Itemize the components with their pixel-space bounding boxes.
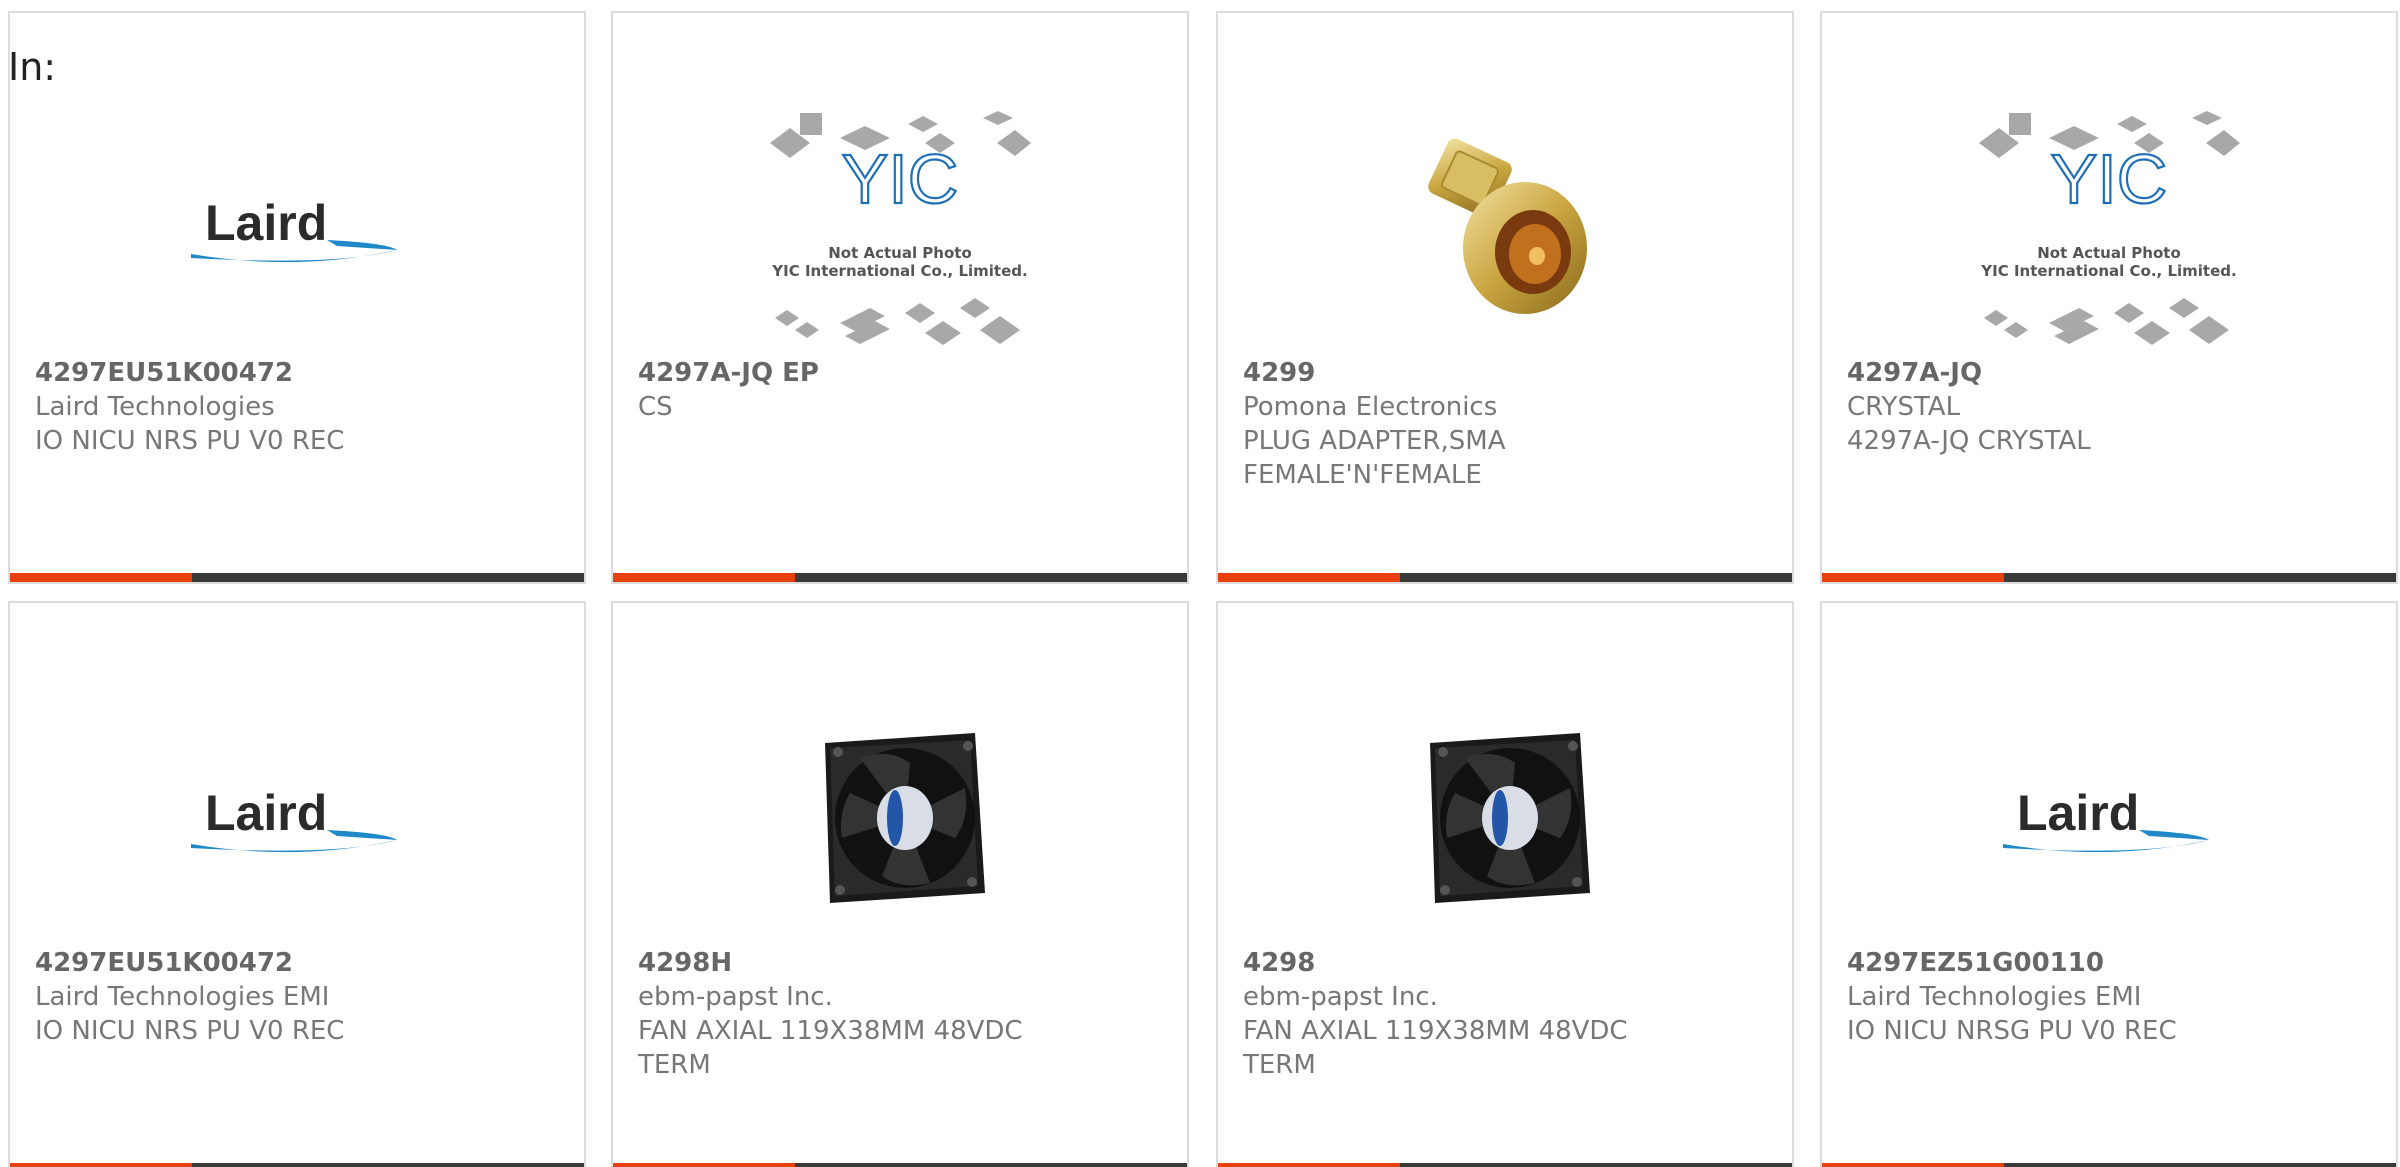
product-image[interactable]: Laird <box>10 688 584 948</box>
manufacturer: Laird Technologies EMI <box>1847 982 2142 1012</box>
card-footer-accent <box>1218 1163 1400 1167</box>
card-footer-accent <box>613 573 795 582</box>
card-footer-accent <box>1218 573 1400 582</box>
product-image[interactable] <box>1218 98 1792 358</box>
product-image[interactable] <box>613 688 1187 948</box>
product-card[interactable]: Laird 4297EZ51G00110 Laird Technologies … <box>1820 601 2398 1167</box>
card-footer-accent <box>1822 1163 2004 1167</box>
product-card[interactable]: Laird 4297EU51K00472 Laird Technologies … <box>8 11 586 584</box>
part-number[interactable]: 4299 <box>1243 356 1772 390</box>
description: 4297A-JQ CRYSTAL <box>1847 426 2091 456</box>
svg-text:Not Actual Photo: Not Actual Photo <box>828 244 972 262</box>
laird-logo-icon: Laird <box>2003 785 2209 853</box>
product-info: 4299 Pomona Electronics PLUG ADAPTER,SMA… <box>1243 356 1772 492</box>
laird-logo-icon: Laird <box>191 195 397 263</box>
product-info: 4298H ebm-papst Inc. FAN AXIAL 119X38MM … <box>638 946 1167 1082</box>
product-info: 4298 ebm-papst Inc. FAN AXIAL 119X38MM 4… <box>1243 946 1772 1082</box>
product-info: 4297A-JQ EP CS <box>638 356 1167 424</box>
manufacturer: ebm-papst Inc. <box>1243 982 1438 1012</box>
card-footer-bar <box>613 573 1187 582</box>
part-number[interactable]: 4298 <box>1243 946 1772 980</box>
svg-text:Laird: Laird <box>2017 785 2139 841</box>
manufacturer: CRYSTAL <box>1847 392 1961 422</box>
manufacturer: Pomona Electronics <box>1243 392 1498 422</box>
card-footer-bar <box>613 1163 1187 1167</box>
svg-text:YIC International Co., Limited: YIC International Co., Limited. <box>771 262 1027 280</box>
card-footer-bar <box>10 1163 584 1167</box>
card-footer-accent <box>10 573 192 582</box>
product-card[interactable]: 4299 Pomona Electronics PLUG ADAPTER,SMA… <box>1216 11 1794 584</box>
card-footer-bar <box>1218 1163 1792 1167</box>
product-info: 4297A-JQ CRYSTAL 4297A-JQ CRYSTAL <box>1847 356 2376 458</box>
product-image[interactable]: Laird <box>10 98 584 358</box>
card-footer-bar <box>10 573 584 582</box>
product-image[interactable]: Laird <box>1822 688 2396 948</box>
part-number[interactable]: 4298H <box>638 946 1167 980</box>
svg-text:Not Actual Photo: Not Actual Photo <box>2037 244 2181 262</box>
sma-adapter-icon <box>1428 138 1587 314</box>
card-footer-accent <box>1822 573 2004 582</box>
product-card[interactable]: 4298H ebm-papst Inc. FAN AXIAL 119X38MM … <box>611 601 1189 1167</box>
axial-fan-icon <box>825 733 985 903</box>
manufacturer: CS <box>638 392 673 422</box>
card-footer-bar <box>1218 573 1792 582</box>
description: PLUG ADAPTER,SMA FEMALE'N'FEMALE <box>1243 426 1506 490</box>
description: IO NICU NRSG PU V0 REC <box>1847 1016 2177 1046</box>
description: FAN AXIAL 119X38MM 48VDC TERM <box>638 1016 1023 1080</box>
part-number[interactable]: 4297A-JQ <box>1847 356 2376 390</box>
svg-text:YIC International Co., Limited: YIC International Co., Limited. <box>1980 262 2236 280</box>
product-grid-page: In: Laird 4297EU51K00472 Laird Technolog… <box>0 0 2400 1167</box>
product-image[interactable]: YIC Not Actual Photo YIC International C… <box>613 98 1187 358</box>
part-number[interactable]: 4297EU51K00472 <box>35 356 564 390</box>
part-number[interactable]: 4297EZ51G00110 <box>1847 946 2376 980</box>
card-footer-bar <box>1822 1163 2396 1167</box>
card-footer-bar <box>1822 573 2396 582</box>
product-image[interactable] <box>1218 688 1792 948</box>
product-info: 4297EU51K00472 Laird Technologies EMI IO… <box>35 946 564 1048</box>
yic-placeholder-icon: YIC Not Actual Photo YIC International C… <box>770 111 1031 345</box>
manufacturer: ebm-papst Inc. <box>638 982 833 1012</box>
yic-placeholder-icon: YIC Not Actual Photo YIC International C… <box>1979 111 2240 345</box>
card-footer-accent <box>613 1163 795 1167</box>
manufacturer: Laird Technologies <box>35 392 275 422</box>
description: IO NICU NRS PU V0 REC <box>35 1016 345 1046</box>
description: FAN AXIAL 119X38MM 48VDC TERM <box>1243 1016 1628 1080</box>
description: IO NICU NRS PU V0 REC <box>35 426 345 456</box>
product-card[interactable]: 4298 ebm-papst Inc. FAN AXIAL 119X38MM 4… <box>1216 601 1794 1167</box>
card-footer-accent <box>10 1163 192 1167</box>
product-info: 4297EZ51G00110 Laird Technologies EMI IO… <box>1847 946 2376 1048</box>
svg-text:Laird: Laird <box>205 195 327 251</box>
laird-logo-icon: Laird <box>191 785 397 853</box>
product-card[interactable]: YIC Not Actual Photo YIC International C… <box>1820 11 2398 584</box>
product-card[interactable]: YIC Not Actual Photo YIC International C… <box>611 11 1189 584</box>
axial-fan-icon <box>1430 733 1590 903</box>
svg-text:Laird: Laird <box>205 785 327 841</box>
svg-text:YIC: YIC <box>842 140 959 218</box>
manufacturer: Laird Technologies EMI <box>35 982 330 1012</box>
part-number[interactable]: 4297EU51K00472 <box>35 946 564 980</box>
product-card[interactable]: Laird 4297EU51K00472 Laird Technologies … <box>8 601 586 1167</box>
product-image[interactable]: YIC Not Actual Photo YIC International C… <box>1822 98 2396 358</box>
product-info: 4297EU51K00472 Laird Technologies IO NIC… <box>35 356 564 458</box>
part-number[interactable]: 4297A-JQ EP <box>638 356 1167 390</box>
svg-text:YIC: YIC <box>2051 140 2168 218</box>
filter-in-label: In: <box>8 45 57 89</box>
